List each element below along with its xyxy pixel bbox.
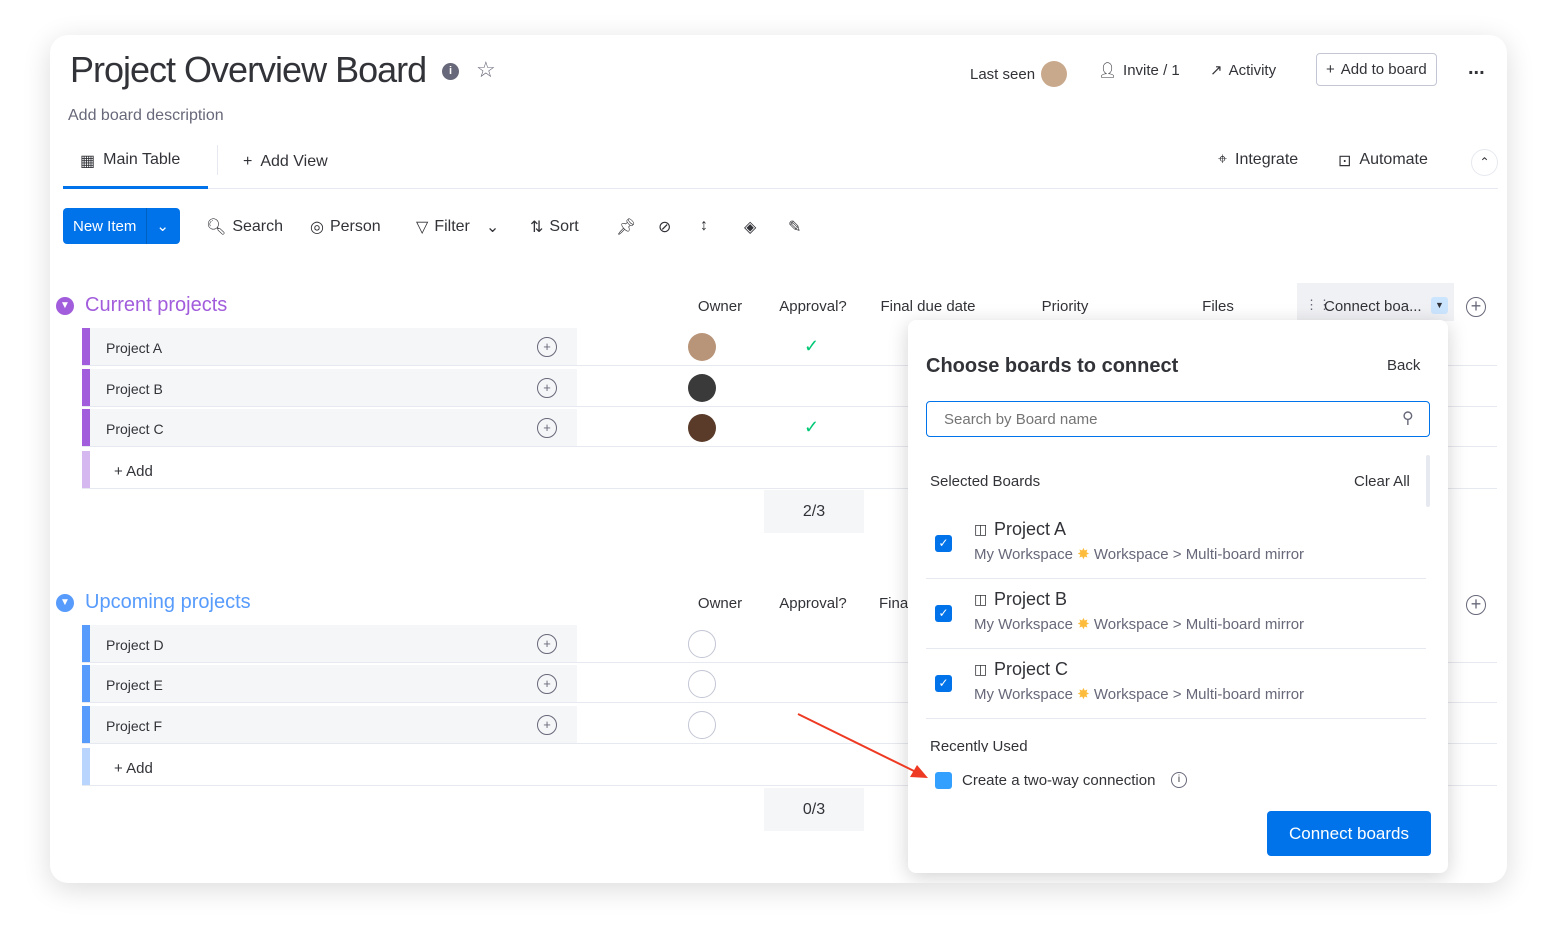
annotation-arrow — [797, 713, 928, 778]
